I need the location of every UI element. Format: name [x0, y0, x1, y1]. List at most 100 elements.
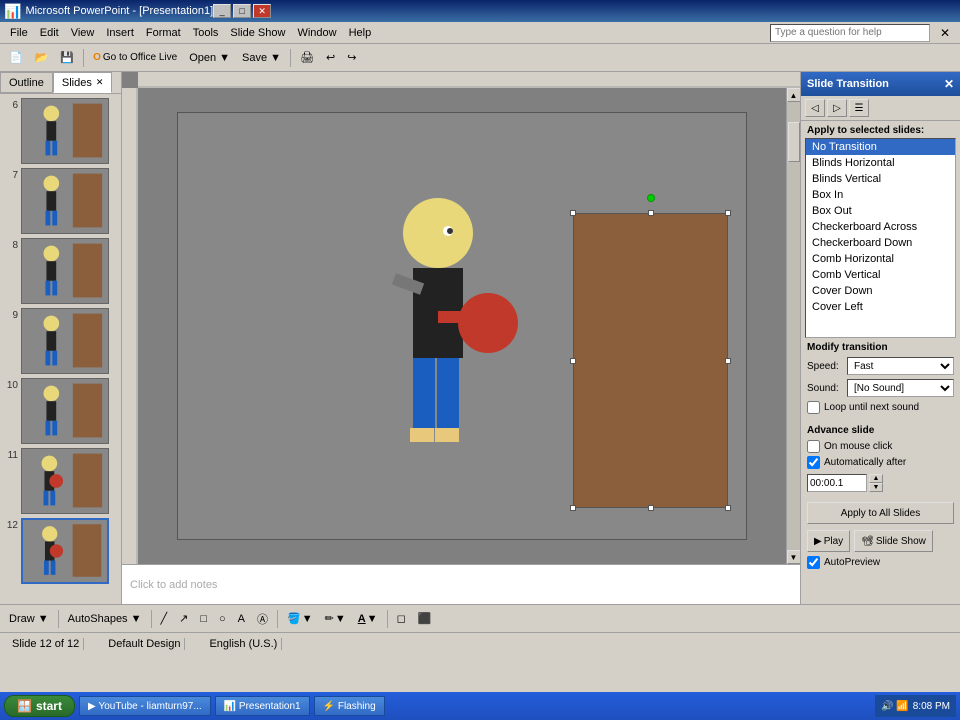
notes-area[interactable]: Click to add notes	[122, 564, 800, 604]
draw-toolbar: Draw ▼ AutoShapes ▼ ╱ ↗ □ ○ A Ⓐ 🪣▼ ✏▼ A▼…	[0, 604, 960, 632]
slide-thumb-6[interactable]: 6	[4, 98, 117, 164]
transition-cover-down[interactable]: Cover Down	[806, 283, 955, 299]
maximize-button[interactable]: □	[233, 4, 251, 18]
menu-window[interactable]: Window	[291, 25, 342, 41]
slide-thumb-8[interactable]: 8	[4, 238, 117, 304]
transition-checker-down[interactable]: Checkerboard Down	[806, 235, 955, 251]
menu-view[interactable]: View	[65, 25, 101, 41]
time-up-arrow[interactable]: ▲	[869, 474, 883, 483]
tab-slides[interactable]: Slides ✕	[53, 72, 113, 93]
transition-no-transition[interactable]: No Transition	[806, 139, 955, 155]
text-tool[interactable]: A	[233, 608, 250, 630]
menu-format[interactable]: Format	[140, 25, 187, 41]
auto-after-checkbox[interactable]	[807, 456, 820, 469]
help-input[interactable]	[770, 24, 930, 42]
slide-main[interactable]	[177, 112, 747, 540]
start-button[interactable]: 🪟 start	[4, 695, 75, 717]
apply-all-button[interactable]: Apply to All Slides	[807, 502, 954, 524]
open-button[interactable]: 📂	[30, 47, 54, 69]
slide-img-12[interactable]	[21, 518, 109, 584]
slides-list[interactable]: 6 7	[0, 94, 121, 604]
scroll-thumb-v[interactable]	[788, 122, 800, 162]
transition-box-out[interactable]: Box Out	[806, 203, 955, 219]
slide-img-6[interactable]	[21, 98, 109, 164]
slides-tab-close[interactable]: ✕	[96, 77, 104, 88]
time-input[interactable]	[807, 474, 867, 492]
fill-color-tool[interactable]: 🪣▼	[282, 608, 318, 630]
undo-button[interactable]: ↩	[321, 47, 340, 69]
scroll-up-arrow[interactable]: ▲	[787, 88, 801, 102]
slide-img-9[interactable]	[21, 308, 109, 374]
arrow-tool[interactable]: ↗	[174, 608, 193, 630]
slide-img-7[interactable]	[21, 168, 109, 234]
new-button[interactable]: 📄	[4, 47, 28, 69]
save-button[interactable]: 💾	[55, 47, 79, 69]
transition-box-in[interactable]: Box In	[806, 187, 955, 203]
play-button[interactable]: ▶ Play	[807, 530, 850, 552]
slide-thumb-10[interactable]: 10	[4, 378, 117, 444]
line-tool[interactable]: ╱	[156, 608, 173, 630]
taskbar-item-youtube[interactable]: ▶ YouTube - liamturn97...	[79, 696, 211, 716]
panel-icon-2[interactable]: ▷	[827, 99, 847, 117]
menu-edit[interactable]: Edit	[34, 25, 65, 41]
3d-tool[interactable]: ⬛	[413, 608, 437, 630]
oval-tool[interactable]: ○	[214, 608, 231, 630]
save-dropdown-button[interactable]: Save ▼	[237, 47, 286, 69]
shadow-tool[interactable]: ◻	[392, 608, 411, 630]
slide-thumb-9[interactable]: 9	[4, 308, 117, 374]
time-down-arrow[interactable]: ▼	[869, 483, 883, 492]
panel-close-icon[interactable]: ✕	[944, 77, 954, 91]
transition-list[interactable]: No Transition Blinds Horizontal Blinds V…	[805, 138, 956, 338]
open-dropdown-button[interactable]: Open ▼	[184, 47, 235, 69]
slideshow-label: Slide Show	[876, 536, 926, 547]
slide-img-8[interactable]	[21, 238, 109, 304]
menu-insert[interactable]: Insert	[100, 25, 140, 41]
transition-blinds-v[interactable]: Blinds Vertical	[806, 171, 955, 187]
transition-checker-across[interactable]: Checkerboard Across	[806, 219, 955, 235]
scrollbar-vertical[interactable]: ▲ ▼	[786, 88, 800, 564]
draw-sep3	[277, 610, 278, 628]
autoshapes-menu[interactable]: AutoShapes ▼	[63, 608, 147, 630]
slide-canvas[interactable]	[138, 88, 786, 564]
sound-select[interactable]: [No Sound]	[847, 379, 954, 397]
transition-cover-left[interactable]: Cover Left	[806, 299, 955, 315]
panel-icon-1[interactable]: ◁	[805, 99, 825, 117]
menu-help[interactable]: Help	[343, 25, 378, 41]
autopreview-checkbox[interactable]	[807, 556, 820, 569]
slide-thumb-12[interactable]: 12	[4, 518, 117, 584]
panel-icons-row: ◁ ▷ ☰	[801, 96, 960, 121]
scroll-track-v[interactable]	[787, 102, 800, 550]
redo-button[interactable]: ↪	[342, 47, 361, 69]
slideshow-button[interactable]: 📽 Slide Show	[854, 530, 933, 552]
minimize-button[interactable]: _	[213, 4, 231, 18]
transition-comb-v[interactable]: Comb Vertical	[806, 267, 955, 283]
panel-icon-3[interactable]: ☰	[849, 99, 869, 117]
tab-outline[interactable]: Outline	[0, 72, 53, 93]
taskbar-item-ppt[interactable]: 📊 Presentation1	[215, 696, 310, 716]
slide-img-11[interactable]	[21, 448, 109, 514]
mouse-click-checkbox[interactable]	[807, 440, 820, 453]
menu-tools[interactable]: Tools	[187, 25, 225, 41]
transition-blinds-h[interactable]: Blinds Horizontal	[806, 155, 955, 171]
transition-comb-h[interactable]: Comb Horizontal	[806, 251, 955, 267]
speed-select[interactable]: Fast Medium Slow	[847, 357, 954, 375]
menu-slideshow[interactable]: Slide Show	[224, 25, 291, 41]
slide-img-10[interactable]	[21, 378, 109, 444]
slide-thumb-11[interactable]: 11	[4, 448, 117, 514]
font-color-tool[interactable]: A▼	[353, 608, 383, 630]
design-info: Default Design	[104, 638, 185, 650]
draw-menu[interactable]: Draw ▼	[4, 608, 54, 630]
door-rectangle[interactable]	[573, 213, 728, 508]
print-button[interactable]: 🖨	[295, 47, 319, 69]
line-color-tool[interactable]: ✏▼	[320, 608, 351, 630]
help-close-icon[interactable]: ✕	[934, 24, 956, 42]
scroll-down-arrow[interactable]: ▼	[787, 550, 801, 564]
go-office-button[interactable]: O Go to Office Live	[88, 47, 182, 69]
rect-tool[interactable]: □	[195, 608, 212, 630]
slide-thumb-7[interactable]: 7	[4, 168, 117, 234]
loop-checkbox[interactable]	[807, 401, 820, 414]
menu-file[interactable]: File	[4, 25, 34, 41]
taskbar-item-flashing[interactable]: ⚡ Flashing	[314, 696, 385, 716]
wordart-tool[interactable]: Ⓐ	[252, 608, 273, 630]
close-button[interactable]: ✕	[253, 4, 271, 18]
